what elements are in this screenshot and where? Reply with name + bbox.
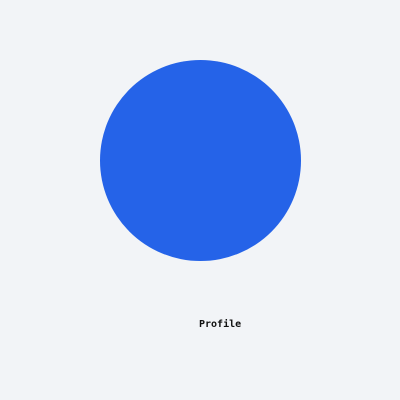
- profile-label: Profile: [199, 319, 242, 330]
- profile-avatar[interactable]: [100, 60, 301, 261]
